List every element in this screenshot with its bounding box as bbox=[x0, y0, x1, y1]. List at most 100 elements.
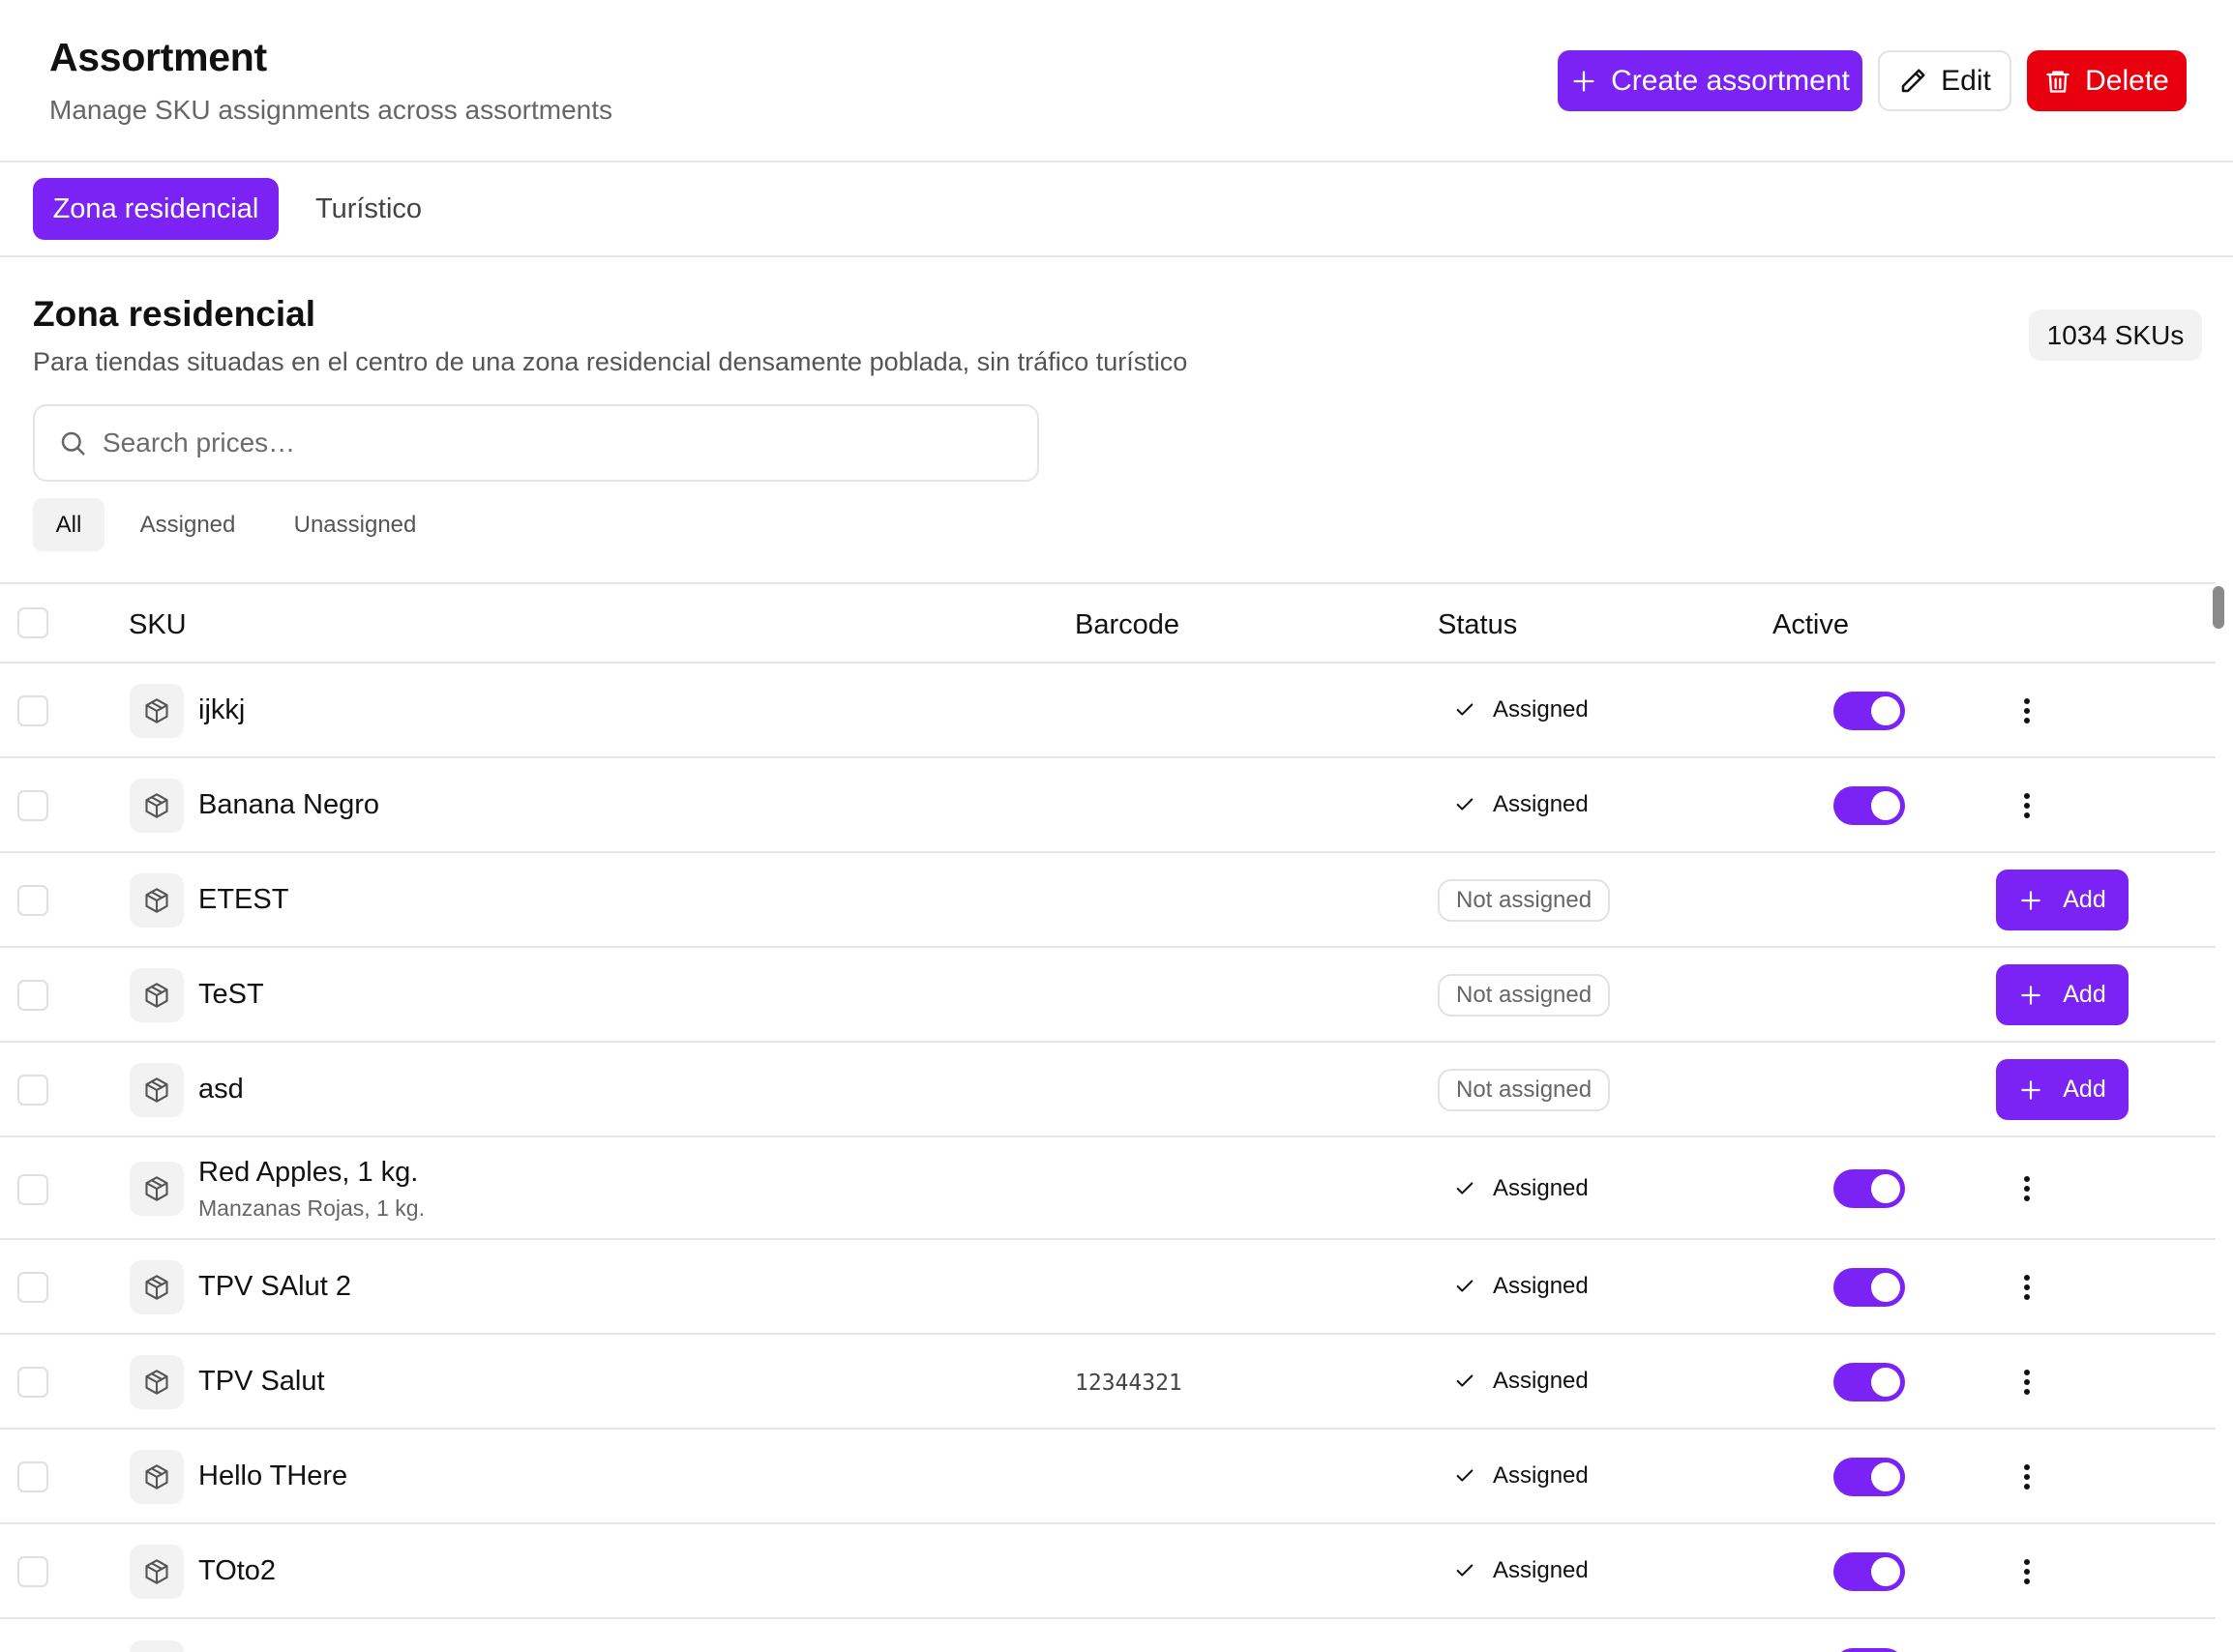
more-vertical-icon[interactable] bbox=[2010, 1456, 2043, 1498]
add-label: Add bbox=[2063, 886, 2106, 913]
plus-icon bbox=[2021, 985, 2040, 1005]
more-vertical-icon[interactable] bbox=[2010, 784, 2043, 827]
column-header-sku[interactable]: SKU bbox=[129, 609, 187, 641]
column-header-barcode[interactable]: Barcode bbox=[1075, 609, 1179, 641]
barcode-value: 12344321 bbox=[1075, 1371, 1182, 1396]
row-checkbox[interactable] bbox=[17, 695, 48, 726]
table-header: SKU Barcode Status Active bbox=[0, 582, 2216, 664]
package-icon bbox=[130, 1640, 184, 1652]
table-row[interactable]: Hello THere Assigned bbox=[0, 1430, 2216, 1524]
tab-zona-residencial[interactable]: Zona residencial bbox=[33, 178, 279, 240]
search-input[interactable] bbox=[103, 428, 973, 458]
active-toggle[interactable] bbox=[1833, 692, 1905, 730]
check-icon bbox=[1456, 1469, 1474, 1482]
check-icon bbox=[1456, 1280, 1474, 1292]
status-not-assigned: Not assigned bbox=[1438, 879, 1611, 922]
sku-table: SKU Barcode Status Active ijkkj Assigned… bbox=[0, 582, 2216, 1652]
page-header: Assortment Manage SKU assignments across… bbox=[0, 0, 2233, 162]
package-icon bbox=[130, 1450, 184, 1504]
more-vertical-icon[interactable] bbox=[2010, 1167, 2043, 1210]
check-icon bbox=[1456, 1564, 1474, 1577]
row-checkbox[interactable] bbox=[17, 1075, 48, 1106]
status-label: Assigned bbox=[1493, 696, 1589, 723]
check-icon bbox=[1456, 798, 1474, 811]
package-icon bbox=[130, 779, 184, 833]
filter-unassigned[interactable]: Unassigned bbox=[277, 498, 433, 551]
more-vertical-icon[interactable] bbox=[2010, 1550, 2043, 1593]
row-checkbox[interactable] bbox=[17, 885, 48, 916]
status-not-assigned: Not assigned bbox=[1438, 1069, 1611, 1111]
package-icon bbox=[130, 1063, 184, 1117]
plus-icon bbox=[2021, 890, 2040, 910]
active-toggle[interactable] bbox=[1833, 1363, 1905, 1401]
plus-icon bbox=[1573, 71, 1594, 92]
active-toggle[interactable] bbox=[1833, 1169, 1905, 1208]
sku-name: Hello THere bbox=[198, 1460, 348, 1491]
column-header-status[interactable]: Status bbox=[1438, 609, 1517, 641]
table-row[interactable]: ETEST Not assigned Add bbox=[0, 853, 2216, 948]
table-row-partial bbox=[0, 1619, 2216, 1652]
row-checkbox[interactable] bbox=[17, 790, 48, 821]
edit-button[interactable]: Edit bbox=[1878, 50, 2011, 111]
edit-label: Edit bbox=[1941, 64, 1991, 97]
more-vertical-icon[interactable] bbox=[2010, 690, 2043, 732]
add-button[interactable]: Add bbox=[1996, 1059, 2129, 1120]
package-icon bbox=[130, 1545, 184, 1599]
select-all-checkbox[interactable] bbox=[17, 607, 48, 638]
status-assigned: Assigned bbox=[1454, 1175, 1589, 1202]
section-title: Zona residencial bbox=[33, 294, 315, 334]
create-assortment-button[interactable]: Create assortment bbox=[1558, 50, 1862, 111]
table-row[interactable]: TPV SAlut 2 Assigned bbox=[0, 1240, 2216, 1335]
active-toggle[interactable] bbox=[1833, 1648, 1905, 1652]
sku-name: TPV Salut bbox=[198, 1366, 325, 1397]
table-row[interactable]: TPV Salut 12344321 Assigned bbox=[0, 1335, 2216, 1430]
active-toggle[interactable] bbox=[1833, 786, 1905, 825]
trash-icon bbox=[2046, 71, 2069, 93]
table-row[interactable]: TOto2 Assigned bbox=[0, 1524, 2216, 1619]
filter-assigned[interactable]: Assigned bbox=[124, 498, 252, 551]
add-button[interactable]: Add bbox=[1996, 870, 2129, 930]
delete-button[interactable]: Delete bbox=[2027, 50, 2187, 111]
tab-turistico[interactable]: Turístico bbox=[298, 178, 439, 240]
status-assigned: Assigned bbox=[1454, 1273, 1589, 1300]
plus-icon bbox=[2021, 1079, 2040, 1100]
more-vertical-icon[interactable] bbox=[2010, 1266, 2043, 1309]
search-box[interactable] bbox=[33, 404, 1039, 482]
add-button[interactable]: Add bbox=[1996, 964, 2129, 1025]
table-row[interactable]: asd Not assigned Add bbox=[0, 1043, 2216, 1137]
row-checkbox[interactable] bbox=[17, 1174, 48, 1205]
more-vertical-icon[interactable] bbox=[2010, 1361, 2043, 1403]
active-toggle[interactable] bbox=[1833, 1552, 1905, 1591]
status-label: Assigned bbox=[1493, 1368, 1589, 1394]
table-row[interactable]: Banana Negro Assigned bbox=[0, 758, 2216, 853]
page-title: Assortment bbox=[49, 35, 267, 79]
active-toggle[interactable] bbox=[1833, 1458, 1905, 1496]
sku-name: Red Apples, 1 kg. bbox=[198, 1157, 419, 1188]
sku-name: Banana Negro bbox=[198, 789, 380, 820]
column-header-active[interactable]: Active bbox=[1772, 609, 1849, 641]
row-checkbox[interactable] bbox=[17, 1272, 48, 1303]
status-assigned: Assigned bbox=[1454, 1368, 1589, 1395]
active-toggle[interactable] bbox=[1833, 1268, 1905, 1307]
check-icon bbox=[1456, 1182, 1474, 1195]
sku-name: asd bbox=[198, 1074, 244, 1105]
row-checkbox[interactable] bbox=[17, 1367, 48, 1398]
scrollbar-thumb[interactable] bbox=[2213, 586, 2224, 629]
sku-name: ETEST bbox=[198, 884, 289, 915]
create-assortment-label: Create assortment bbox=[1611, 64, 1850, 97]
package-icon bbox=[130, 684, 184, 738]
status-not-assigned: Not assigned bbox=[1438, 974, 1611, 1017]
row-checkbox[interactable] bbox=[17, 1461, 48, 1492]
sku-name: TPV SAlut 2 bbox=[198, 1271, 351, 1302]
package-icon bbox=[130, 1355, 184, 1409]
filter-all[interactable]: All bbox=[33, 498, 104, 551]
table-row[interactable]: ijkkj Assigned bbox=[0, 664, 2216, 758]
table-row[interactable]: Red Apples, 1 kg. Manzanas Rojas, 1 kg. … bbox=[0, 1137, 2216, 1240]
package-icon bbox=[130, 968, 184, 1022]
status-assigned: Assigned bbox=[1454, 791, 1589, 818]
row-checkbox[interactable] bbox=[17, 1556, 48, 1587]
row-checkbox[interactable] bbox=[17, 980, 48, 1011]
page-subtitle: Manage SKU assignments across assortment… bbox=[49, 95, 613, 125]
table-row[interactable]: TeST Not assigned Add bbox=[0, 948, 2216, 1043]
status-label: Assigned bbox=[1493, 1273, 1589, 1299]
